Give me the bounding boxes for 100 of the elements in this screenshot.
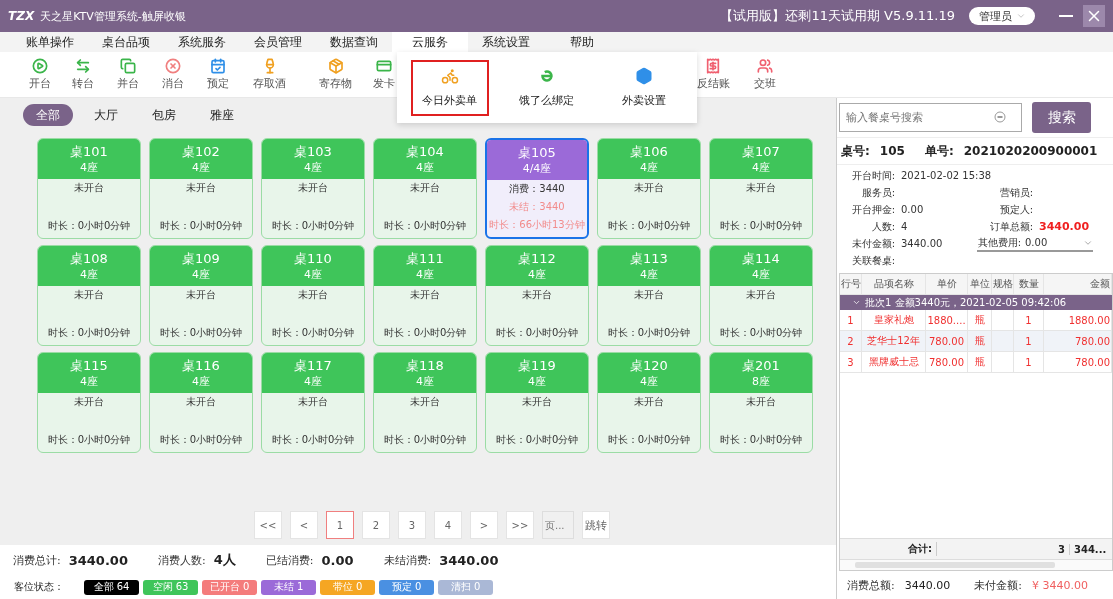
table-card[interactable]: 桌103 4座 未开台 时长：0小时0分钟	[261, 138, 365, 239]
search-field[interactable]: 输入餐桌号搜索	[839, 103, 1022, 132]
table-card[interactable]: 桌107 4座 未开台 时长：0小时0分钟	[709, 138, 813, 239]
table-status: 未开台	[746, 288, 776, 302]
menu-item[interactable]: 数据查询	[316, 32, 392, 52]
other-fee-select[interactable]: 其他费用: 0.00	[977, 235, 1093, 252]
column-header[interactable]: 单位	[968, 274, 992, 294]
table-card[interactable]: 桌112 4座 未开台 时长：0小时0分钟	[485, 245, 589, 346]
toolbar-button[interactable]: 并台	[105, 52, 150, 97]
area-tab[interactable]: 雅座	[197, 104, 247, 126]
table-name: 桌104	[406, 143, 444, 160]
seat-count: 8座	[752, 374, 770, 389]
table-card[interactable]: 桌102 4座 未开台 时长：0小时0分钟	[149, 138, 253, 239]
table-cell: 1880.00	[1044, 310, 1112, 330]
column-header[interactable]: 行号	[840, 274, 862, 294]
order-row[interactable]: 3 黑牌威士忌 780.00 瓶 1 780.00	[840, 352, 1112, 373]
table-card[interactable]: 桌108 4座 未开台 时长：0小时0分钟	[37, 245, 141, 346]
table-card[interactable]: 桌110 4座 未开台 时长：0小时0分钟	[261, 245, 365, 346]
field-value: 2021-02-02 15:38	[901, 170, 992, 181]
menu-item[interactable]: 系统服务	[164, 32, 240, 52]
table-card[interactable]: 桌201 8座 未开台 时长：0小时0分钟	[709, 352, 813, 453]
table-card[interactable]: 桌106 4座 未开台 时长：0小时0分钟	[597, 138, 701, 239]
legend-label: 客位状态：	[14, 580, 64, 594]
table-name: 桌101	[70, 143, 108, 160]
collapse-icon[interactable]	[852, 298, 861, 307]
field-value: 0.00	[901, 204, 924, 215]
menu-item[interactable]: 桌台品项	[88, 32, 164, 52]
hexagon-icon	[635, 67, 654, 85]
menu-item[interactable]: 会员管理	[240, 32, 316, 52]
table-card[interactable]: 桌120 4座 未开台 时长：0小时0分钟	[597, 352, 701, 453]
table-duration: 时长：0小时0分钟	[383, 326, 467, 340]
table-status: 未开台	[298, 395, 328, 409]
table-card[interactable]: 桌115 4座 未开台 时长：0小时0分钟	[37, 352, 141, 453]
page-input[interactable]: 页...	[542, 511, 574, 539]
menu-item[interactable]: 系统设置	[468, 32, 544, 52]
order-row[interactable]: 1 皇家礼炮 1880.... 瓶 1 1880.00	[840, 310, 1112, 331]
table-card[interactable]: 桌119 4座 未开台 时长：0小时0分钟	[485, 352, 589, 453]
page-button[interactable]: 1	[326, 511, 354, 539]
table-status: 未开台	[186, 395, 216, 409]
page-button[interactable]: 4	[434, 511, 462, 539]
seat-count: 4座	[416, 160, 434, 175]
status-chip[interactable]: 全部 64	[84, 579, 139, 595]
table-card[interactable]: 桌104 4座 未开台 时长：0小时0分钟	[373, 138, 477, 239]
toolbar-button[interactable]: 开台	[20, 52, 60, 97]
toolbar-button[interactable]: 交班	[737, 52, 793, 97]
toolbar-button[interactable]: 转台	[60, 52, 105, 97]
table-name: 桌109	[182, 250, 220, 267]
column-header[interactable]: 品项名称	[862, 274, 926, 294]
table-card[interactable]: 桌111 4座 未开台 时长：0小时0分钟	[373, 245, 477, 346]
table-name: 桌108	[70, 250, 108, 267]
table-card[interactable]: 桌116 4座 未开台 时长：0小时0分钟	[149, 352, 253, 453]
table-duration: 时长：0小时0分钟	[271, 433, 355, 447]
toolbar-button[interactable]: 发卡	[372, 52, 396, 97]
menu-item[interactable]: 云服务	[392, 32, 468, 52]
close-button[interactable]	[1083, 5, 1105, 27]
table-status: 未开台	[74, 288, 104, 302]
toolbar-button[interactable]: 消台	[150, 52, 195, 97]
page-button[interactable]: <	[290, 511, 318, 539]
table-card[interactable]: 桌105 4/4座 消费：3440 未结：3440 时长：66小时13分钟	[485, 138, 589, 239]
search-button[interactable]: 搜索	[1032, 102, 1091, 133]
table-cell: 780.00	[1044, 352, 1112, 372]
page-button[interactable]: >	[470, 511, 498, 539]
column-header[interactable]: 规格	[992, 274, 1014, 294]
area-tab[interactable]: 全部	[23, 104, 73, 126]
order-row[interactable]: 2 芝华士12年 780.00 瓶 1 780.00	[840, 331, 1112, 352]
page-button[interactable]: <<	[254, 511, 282, 539]
menu-item[interactable]: 帮助	[544, 32, 620, 52]
toolbar-button[interactable]: 反结账	[689, 52, 737, 97]
toolbar-button[interactable]: 寄存物	[299, 52, 372, 97]
horizontal-scrollbar[interactable]	[840, 559, 1112, 570]
table-card[interactable]: 桌101 4座 未开台 时长：0小时0分钟	[37, 138, 141, 239]
toolbar-button[interactable]: 预定	[195, 52, 240, 97]
dropdown-item[interactable]: 今日外卖单	[410, 59, 489, 116]
page-button[interactable]: >>	[506, 511, 534, 539]
status-chip[interactable]: 未结 1	[261, 579, 316, 595]
table-duration: 时长：0小时0分钟	[47, 433, 131, 447]
seat-count: 4座	[528, 374, 546, 389]
area-tab[interactable]: 大厅	[81, 104, 131, 126]
table-card[interactable]: 桌109 4座 未开台 时长：0小时0分钟	[149, 245, 253, 346]
table-status: 未开台	[746, 395, 776, 409]
table-card[interactable]: 桌113 4座 未开台 时长：0小时0分钟	[597, 245, 701, 346]
jump-button[interactable]: 跳转	[582, 511, 610, 539]
table-card[interactable]: 桌114 4座 未开台 时长：0小时0分钟	[709, 245, 813, 346]
column-header[interactable]: 金额	[1044, 274, 1112, 294]
table-duration: 时长：0小时0分钟	[47, 219, 131, 233]
column-header[interactable]: 数量	[1014, 274, 1044, 294]
user-dropdown[interactable]: 管理员	[969, 7, 1035, 25]
seat-count: 4座	[416, 267, 434, 282]
stat-label: 消费人数:	[157, 552, 206, 568]
page-button[interactable]: 3	[398, 511, 426, 539]
toolbar-button[interactable]: 存取酒	[240, 52, 299, 97]
seat-count: 4座	[640, 160, 658, 175]
page-button[interactable]: 2	[362, 511, 390, 539]
column-header[interactable]: 单价	[926, 274, 968, 294]
table-card[interactable]: 桌117 4座 未开台 时长：0小时0分钟	[261, 352, 365, 453]
table-duration: 时长：66小时13分钟	[489, 218, 585, 232]
area-tab[interactable]: 包房	[139, 104, 189, 126]
field-label: 人数:	[870, 219, 895, 234]
table-card[interactable]: 桌118 4座 未开台 时长：0小时0分钟	[373, 352, 477, 453]
menu-item[interactable]: 账单操作	[12, 32, 88, 52]
